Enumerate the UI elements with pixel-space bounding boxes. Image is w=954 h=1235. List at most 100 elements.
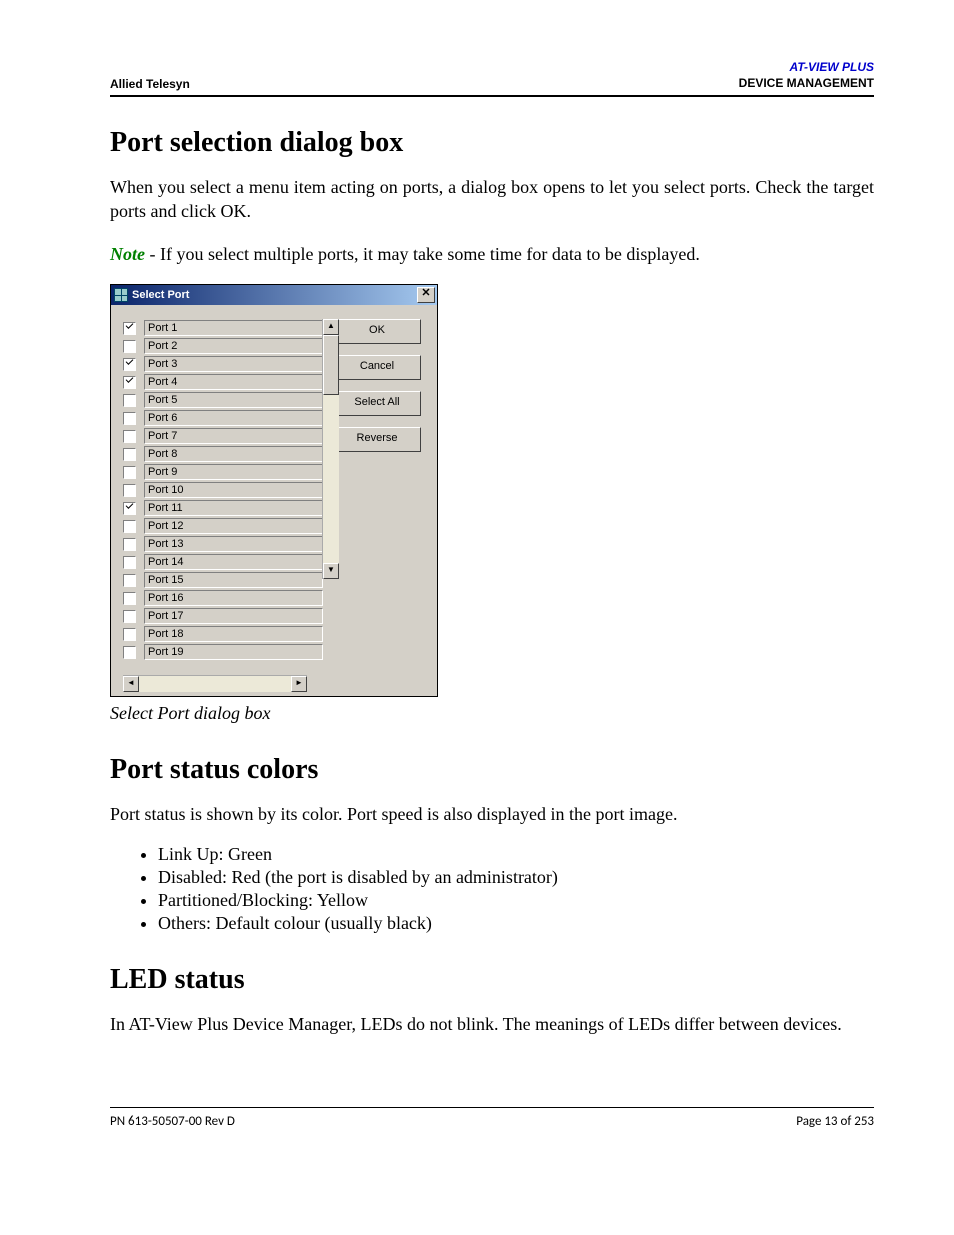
port-checkbox[interactable] <box>123 412 136 425</box>
port-checkbox[interactable] <box>123 430 136 443</box>
port-label: Port 15 <box>144 572 323 588</box>
port-checkbox[interactable] <box>123 592 136 605</box>
port-label: Port 12 <box>144 518 323 534</box>
reverse-button[interactable]: Reverse <box>333 427 421 452</box>
header-section: DEVICE MANAGEMENT <box>739 76 874 92</box>
scroll-left-button[interactable]: ◄ <box>123 676 139 692</box>
port-row[interactable]: Port 10 <box>123 481 323 499</box>
port-checkbox[interactable] <box>123 466 136 479</box>
header-right: AT-VIEW PLUS DEVICE MANAGEMENT <box>739 60 874 91</box>
port-checkbox[interactable] <box>123 394 136 407</box>
port-row[interactable]: Port 2 <box>123 337 323 355</box>
port-label: Port 9 <box>144 464 323 480</box>
dialog-button-column: OK Cancel Select All Reverse <box>333 319 421 692</box>
close-button[interactable]: ✕ <box>417 287 435 303</box>
para-port-selection-intro: When you select a menu item acting on po… <box>110 175 874 224</box>
port-label: Port 14 <box>144 554 323 570</box>
select-all-button[interactable]: Select All <box>333 391 421 416</box>
note-lead: Note <box>110 244 145 264</box>
port-label: Port 5 <box>144 392 323 408</box>
port-label: Port 19 <box>144 644 323 660</box>
para-port-status-intro: Port status is shown by its color. Port … <box>110 802 874 826</box>
port-label: Port 13 <box>144 536 323 552</box>
port-checkbox[interactable] <box>123 556 136 569</box>
port-row[interactable]: Port 12 <box>123 517 323 535</box>
port-label: Port 16 <box>144 590 323 606</box>
footer-right: Page 13 of 253 <box>796 1114 874 1129</box>
port-row[interactable]: Port 5 <box>123 391 323 409</box>
para-led-status: In AT-View Plus Device Manager, LEDs do … <box>110 1012 874 1036</box>
port-row[interactable]: Port 3 <box>123 355 323 373</box>
port-list[interactable]: Port 1 Port 2 Port 3 Port 4 Port 5 Port 6 Port… <box>123 319 323 675</box>
page-header: Allied Telesyn AT-VIEW PLUS DEVICE MANAG… <box>110 60 874 91</box>
port-row[interactable]: Port 15 <box>123 571 323 589</box>
port-row[interactable]: Port 14 <box>123 553 323 571</box>
port-status-list: Link Up: GreenDisabled: Red (the port is… <box>138 844 874 934</box>
select-port-dialog: Select Port ✕ Port 1Port 2Port 3Port 4Po… <box>110 284 438 697</box>
dialog-caption: Select Port dialog box <box>110 703 874 724</box>
header-product: AT-VIEW PLUS <box>739 60 874 76</box>
horizontal-scrollbar[interactable]: ◄ ► <box>123 675 307 692</box>
port-checkbox[interactable] <box>123 520 136 533</box>
port-row[interactable]: Port 16 <box>123 589 323 607</box>
header-left: Allied Telesyn <box>110 77 190 91</box>
port-row[interactable]: Port 1 <box>123 319 323 337</box>
port-label: Port 2 <box>144 338 323 354</box>
port-row[interactable]: Port 19 <box>123 643 323 661</box>
port-label: Port 1 <box>144 320 323 336</box>
vertical-scrollbar[interactable]: ▲ ▼ <box>322 319 339 579</box>
port-label: Port 4 <box>144 374 323 390</box>
port-checkbox[interactable] <box>123 538 136 551</box>
heading-port-selection: Port selection dialog box <box>110 127 874 159</box>
port-checkbox[interactable] <box>123 376 136 389</box>
header-rule <box>110 95 874 97</box>
port-row[interactable]: Port 4 <box>123 373 323 391</box>
port-checkbox[interactable] <box>123 574 136 587</box>
port-checkbox[interactable] <box>123 358 136 371</box>
port-row[interactable]: Port 8 <box>123 445 323 463</box>
port-label: Port 7 <box>144 428 323 444</box>
port-status-item: Partitioned/Blocking: Yellow <box>158 890 874 911</box>
port-label: Port 3 <box>144 356 323 372</box>
port-row[interactable]: Port 13 <box>123 535 323 553</box>
port-label: Port 11 <box>144 500 323 516</box>
scroll-thumb[interactable] <box>323 335 339 395</box>
footer-rule <box>110 1107 874 1108</box>
scroll-up-button[interactable]: ▲ <box>323 319 339 335</box>
port-status-item: Disabled: Red (the port is disabled by a… <box>158 867 874 888</box>
port-row[interactable]: Port 11 <box>123 499 323 517</box>
port-label: Port 17 <box>144 608 323 624</box>
port-list-wrap: Port 1 Port 2 Port 3 Port 4 Port 5 Port 6 Port… <box>123 319 323 692</box>
port-checkbox[interactable] <box>123 646 136 659</box>
port-label: Port 18 <box>144 626 323 642</box>
note-rest: - If you select multiple ports, it may t… <box>145 244 700 264</box>
port-status-item: Link Up: Green <box>158 844 874 865</box>
port-label: Port 10 <box>144 482 323 498</box>
heading-led-status: LED status <box>110 964 874 996</box>
port-row[interactable]: Port 7 <box>123 427 323 445</box>
port-checkbox[interactable] <box>123 610 136 623</box>
port-checkbox[interactable] <box>123 502 136 515</box>
dialog-titlebar[interactable]: Select Port ✕ <box>111 285 437 305</box>
port-row[interactable]: Port 17 <box>123 607 323 625</box>
scroll-down-button[interactable]: ▼ <box>323 563 339 579</box>
ok-button[interactable]: OK <box>333 319 421 344</box>
port-row[interactable]: Port 6 <box>123 409 323 427</box>
port-status-item: Others: Default colour (usually black) <box>158 913 874 934</box>
port-checkbox[interactable] <box>123 628 136 641</box>
port-row[interactable]: Port 9 <box>123 463 323 481</box>
port-row[interactable]: Port 18 <box>123 625 323 643</box>
port-checkbox[interactable] <box>123 322 136 335</box>
dialog-title: Select Port <box>132 289 417 301</box>
page-footer: PN 613-50507-00 Rev D Page 13 of 253 <box>110 1114 874 1129</box>
port-checkbox[interactable] <box>123 484 136 497</box>
port-checkbox[interactable] <box>123 340 136 353</box>
port-checkbox[interactable] <box>123 448 136 461</box>
scroll-right-button[interactable]: ► <box>291 676 307 692</box>
footer-left: PN 613-50507-00 Rev D <box>110 1114 235 1129</box>
heading-port-status-colors: Port status colors <box>110 754 874 786</box>
port-label: Port 8 <box>144 446 323 462</box>
port-label: Port 6 <box>144 410 323 426</box>
cancel-button[interactable]: Cancel <box>333 355 421 380</box>
app-icon <box>114 288 128 302</box>
